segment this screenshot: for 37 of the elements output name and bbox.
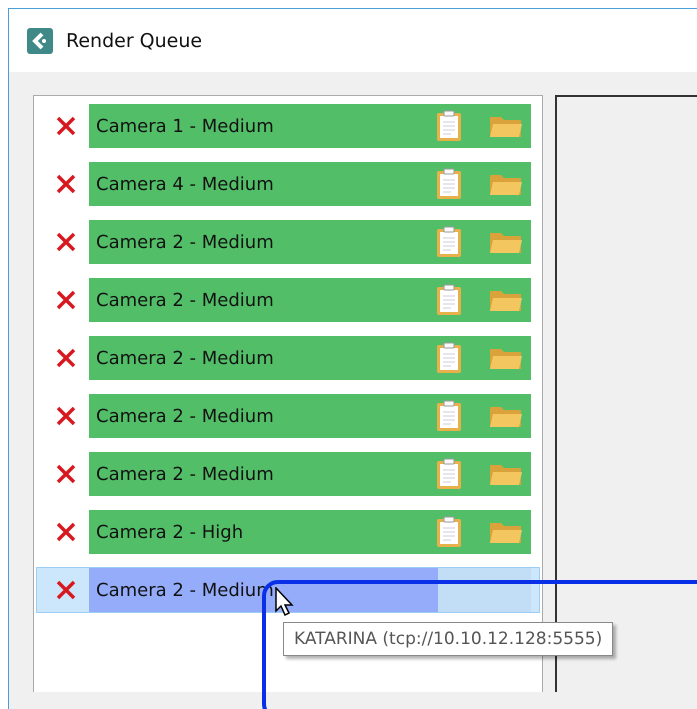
list-row[interactable]: Camera 4 - Medium: [36, 161, 540, 207]
list-row[interactable]: Camera 2 - Medium: [36, 219, 540, 265]
list-row[interactable]: Camera 1 - Medium: [36, 103, 540, 149]
job-name: Camera 2 - Medium: [95, 290, 275, 310]
tooltip: KATARINA (tcp://10.10.12.128:5555): [283, 622, 614, 656]
app-icon: [27, 28, 53, 54]
clipboard-icon[interactable]: [435, 342, 463, 374]
close-icon[interactable]: [55, 289, 77, 311]
clipboard-icon[interactable]: [435, 458, 463, 490]
close-icon[interactable]: [55, 347, 77, 369]
job-name: Camera 2 - Medium: [95, 464, 275, 484]
job-name: Camera 4 - Medium: [95, 174, 275, 194]
close-icon[interactable]: [55, 173, 77, 195]
clipboard-icon[interactable]: [435, 168, 463, 200]
job-name: Camera 2 - Medium: [95, 406, 275, 426]
close-icon[interactable]: [55, 521, 77, 543]
list-row[interactable]: Camera 2 - Medium: [36, 451, 540, 497]
clipboard-icon[interactable]: [435, 110, 463, 142]
job-name: Camera 2 - Medium: [95, 232, 275, 252]
close-icon[interactable]: [55, 463, 77, 485]
job-name: Camera 2 - Medium: [95, 348, 275, 368]
job-name: Camera 1 - Medium: [95, 116, 275, 136]
list-row[interactable]: Camera 2 - Medium: [36, 393, 540, 439]
cursor-icon: [275, 587, 295, 617]
clipboard-icon[interactable]: [435, 516, 463, 548]
window-title: Render Queue: [66, 30, 202, 52]
clipboard-icon[interactable]: [435, 226, 463, 258]
close-icon[interactable]: [55, 115, 77, 137]
list-row[interactable]: Camera 2 - Medium: [36, 335, 540, 381]
close-icon[interactable]: [55, 405, 77, 427]
list-row[interactable]: Camera 2 - High: [36, 509, 540, 555]
close-icon[interactable]: [55, 579, 77, 601]
close-icon[interactable]: [55, 231, 77, 253]
clipboard-icon[interactable]: [435, 400, 463, 432]
clipboard-icon[interactable]: [435, 284, 463, 316]
list-row[interactable]: Camera 2 - Medium: [36, 277, 540, 323]
job-name: Camera 2 - High: [95, 522, 244, 542]
